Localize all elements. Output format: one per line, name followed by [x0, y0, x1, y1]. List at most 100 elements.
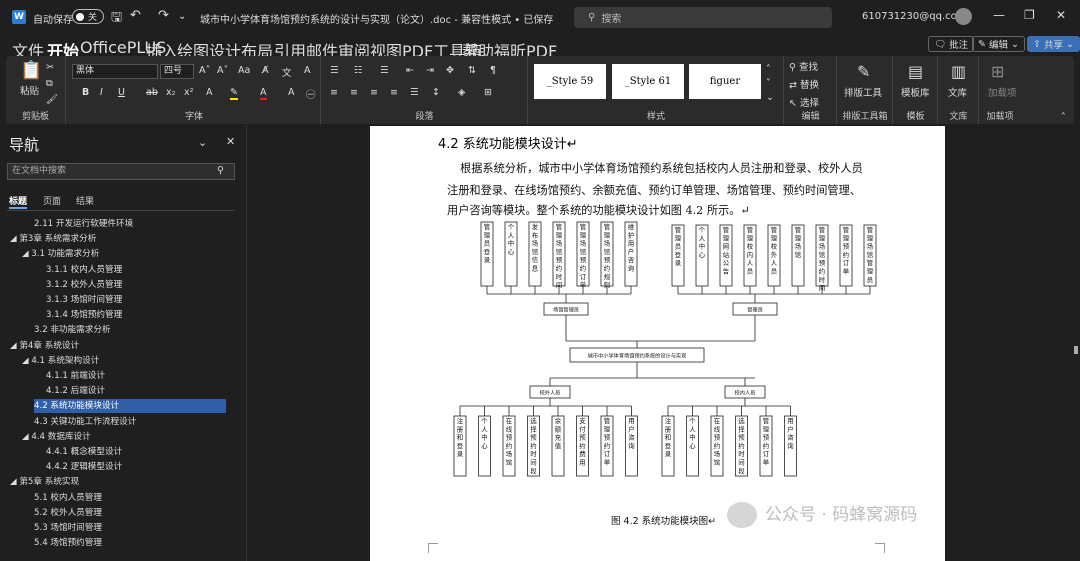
library-icon[interactable]: ▥	[951, 62, 966, 81]
superscript-icon[interactable]: x²	[184, 87, 193, 98]
numbering-icon[interactable]: ☷	[354, 65, 363, 76]
justify-icon[interactable]: ≡	[390, 87, 398, 98]
style-item[interactable]: _Style 59	[534, 64, 606, 99]
nav-heading-item[interactable]: 4.3 关键功能工作流程设计	[34, 415, 136, 429]
shrink-font-icon[interactable]: A˅	[217, 65, 228, 76]
styles-scroll-up-icon[interactable]: ˄	[766, 64, 771, 75]
nav-heading-item[interactable]: 4.4.2 逻辑模型设计	[46, 460, 122, 474]
borders-icon[interactable]: ⊞	[484, 87, 492, 98]
increase-indent-icon[interactable]: ⇥	[426, 65, 434, 76]
autosave-toggle[interactable]: 关	[72, 9, 104, 24]
vertical-scrollbar[interactable]	[1072, 126, 1080, 561]
nav-heading-item[interactable]: ◢ 第3章 系统需求分析	[10, 232, 96, 246]
comment-button[interactable]: 🗨 批注	[928, 36, 975, 52]
styles-more-icon[interactable]: ⌄	[766, 92, 774, 103]
nav-close-icon[interactable]: ✕	[226, 135, 235, 148]
nav-heading-item[interactable]: 3.2 非功能需求分析	[34, 323, 111, 337]
nav-heading-item[interactable]: 4.1.1 前端设计	[46, 369, 105, 383]
find-button[interactable]: ⚲ 查找	[789, 59, 818, 73]
enclose-char-icon[interactable]: ㊀	[306, 87, 316, 101]
template-button[interactable]: 模板库	[901, 85, 930, 99]
nav-heading-item[interactable]: 5.1 校内人员管理	[34, 491, 102, 505]
library-button[interactable]: 文库	[948, 85, 967, 99]
format-painter-icon[interactable]: 🖌	[46, 94, 58, 105]
redo-icon[interactable]: ↷	[158, 8, 169, 23]
nav-heading-item[interactable]: 5.2 校外人员管理	[34, 506, 102, 520]
nav-search-icon[interactable]: ⚲	[217, 165, 224, 176]
document-title[interactable]: 城市中小学体育场馆预约系统的设计与实现（论文）.doc - 兼容性模式 • 已保…	[200, 11, 553, 26]
account-name[interactable]: 610731230@qq.com	[862, 11, 967, 22]
search-box[interactable]: ⚲ 搜索	[574, 7, 832, 28]
layout-tool-button[interactable]: 排版工具	[844, 85, 882, 99]
sort-icon[interactable]: ⇅	[468, 65, 476, 76]
tab-results[interactable]: 结果	[76, 194, 94, 207]
nav-search-input[interactable]: 在文档中搜索	[7, 163, 235, 180]
strikethrough-icon[interactable]: ab	[146, 87, 158, 98]
share-button[interactable]: ⇪ 共享 ⌄	[1027, 36, 1080, 52]
tab-pages[interactable]: 页面	[43, 194, 61, 207]
nav-heading-item[interactable]: ◢ 3.1 功能需求分析	[22, 247, 99, 261]
cut-icon[interactable]: ✂	[46, 62, 54, 73]
paragraph-line[interactable]: 用户咨询等模块。整个系统的功能模块设计如图 4.2 所示。↵	[447, 202, 750, 218]
customize-qat-icon[interactable]: ⌄	[178, 11, 186, 22]
undo-icon[interactable]: ↶	[130, 8, 141, 23]
nav-heading-item[interactable]: ◢ 4.4 数据库设计	[22, 430, 91, 444]
select-button[interactable]: ↖ 选择	[789, 95, 819, 109]
nav-heading-item[interactable]: 4.4.1 概念模型设计	[46, 445, 122, 459]
replace-button[interactable]: ⇄ 替换	[789, 77, 819, 91]
phonetic-guide-icon[interactable]: 文	[282, 65, 292, 79]
underline-icon[interactable]: U	[118, 87, 125, 98]
font-name-select[interactable]: 黑体	[72, 64, 158, 79]
align-left-icon[interactable]: ≡	[330, 87, 338, 98]
chinese-layout-icon[interactable]: ✥	[446, 65, 454, 76]
minimize-icon[interactable]: —	[993, 8, 1005, 22]
nav-heading-item[interactable]: ◢ 4.1 系统架构设计	[22, 354, 99, 368]
section-heading[interactable]: 4.2 系统功能模块设计↵	[438, 133, 578, 152]
nav-heading-item[interactable]: 4.2 系统功能模块设计	[34, 399, 226, 414]
paste-button[interactable]: 粘贴	[20, 83, 39, 97]
multilevel-list-icon[interactable]: ☰	[380, 65, 389, 76]
char-border-icon[interactable]: A	[304, 65, 311, 76]
collapse-ribbon-icon[interactable]: ˄	[1061, 112, 1066, 123]
grow-font-icon[interactable]: A˄	[199, 65, 210, 76]
nav-heading-item[interactable]: 5.3 场馆时间管理	[34, 521, 102, 535]
template-icon[interactable]: ▤	[908, 62, 923, 81]
decrease-indent-icon[interactable]: ⇤	[406, 65, 414, 76]
subscript-icon[interactable]: x₂	[166, 87, 175, 98]
paragraph-line[interactable]: 注册和登录、在线场馆预约、余额充值、预约订单管理、场馆管理、预约时间管理、	[447, 182, 861, 198]
nav-heading-item[interactable]: 2.11 开发运行软硬件环境	[34, 217, 133, 231]
text-effects-icon[interactable]: A	[206, 87, 213, 98]
bullets-icon[interactable]: ☰	[330, 65, 339, 76]
avatar[interactable]	[955, 8, 972, 25]
bold-icon[interactable]: B	[82, 87, 89, 98]
save-icon[interactable]: 🖫	[111, 8, 122, 30]
change-case-icon[interactable]: Aa	[238, 65, 250, 76]
highlight-icon[interactable]: ✎	[230, 87, 238, 100]
nav-heading-item[interactable]: 3.1.3 场馆时间管理	[46, 293, 122, 307]
addins-button[interactable]: 加载项	[988, 85, 1017, 99]
addins-icon[interactable]: ⊞	[991, 62, 1004, 81]
align-right-icon[interactable]: ≡	[370, 87, 378, 98]
italic-icon[interactable]: I	[100, 87, 103, 98]
shading-icon[interactable]: ◈	[458, 87, 465, 98]
paragraph-line[interactable]: 根据系统分析，城市中小学体育场馆预约系统包括校内人员注册和登录、校外人员	[460, 160, 863, 176]
maximize-icon[interactable]: ❐	[1024, 8, 1035, 22]
nav-heading-item[interactable]: 5.4 场馆预约管理	[34, 536, 102, 550]
nav-heading-item[interactable]: ◢ 第4章 系统设计	[10, 339, 79, 353]
nav-heading-item[interactable]: 3.1.4 场馆预约管理	[46, 308, 122, 322]
distributed-icon[interactable]: ☰	[410, 87, 419, 98]
nav-heading-item[interactable]: 3.1.2 校外人员管理	[46, 278, 122, 292]
line-spacing-icon[interactable]: ↕	[432, 87, 440, 98]
clear-formatting-icon[interactable]: A̸	[262, 65, 269, 76]
layout-tool-icon[interactable]: ✎	[857, 62, 870, 81]
copy-icon[interactable]: ⧉	[46, 78, 53, 89]
style-item[interactable]: _Style 61	[612, 64, 684, 99]
edit-mode-button[interactable]: ✎ 编辑 ⌄	[972, 36, 1025, 52]
paste-icon[interactable]: 📋	[20, 60, 42, 81]
show-marks-icon[interactable]: ¶	[490, 65, 496, 76]
tab-headings[interactable]: 标题	[9, 194, 28, 209]
font-size-select[interactable]: 四号	[160, 64, 194, 79]
style-item[interactable]: figuer	[689, 64, 761, 99]
align-center-icon[interactable]: ≡	[350, 87, 358, 98]
nav-heading-item[interactable]: 4.1.2 后端设计	[46, 384, 105, 398]
